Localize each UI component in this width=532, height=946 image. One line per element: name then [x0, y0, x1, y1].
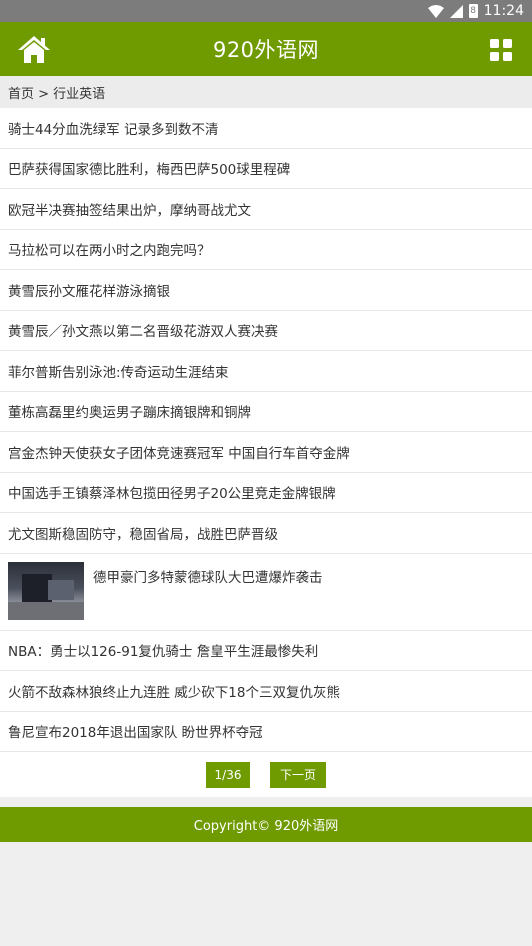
- grid-menu-icon[interactable]: [490, 39, 512, 61]
- article-title[interactable]: 董栋高磊里约奥运男子蹦床摘银牌和铜牌: [8, 401, 251, 421]
- article-item[interactable]: 马拉松可以在两小时之内跑完吗？: [0, 230, 532, 270]
- footer: Copyright© 920外语网: [0, 807, 532, 842]
- article-title[interactable]: 黄雪辰孙文雁花样游泳摘银: [8, 280, 170, 300]
- article-title[interactable]: 鲁尼宣布2018年退出国家队 盼世界杯夺冠: [8, 721, 263, 741]
- article-item[interactable]: 黄雪辰／孙文燕以第二名晋级花游双人赛决赛: [0, 311, 532, 351]
- pagination: 1/36 下一页: [0, 752, 532, 797]
- article-title[interactable]: 巴萨获得国家德比胜利，梅西巴萨500球里程碑: [8, 158, 290, 178]
- article-thumbnail[interactable]: [8, 561, 84, 620]
- battery-level: 8: [470, 6, 476, 16]
- article-title[interactable]: 菲尔普斯告别泳池:传奇运动生涯结束: [8, 361, 229, 381]
- article-title[interactable]: 黄雪辰／孙文燕以第二名晋级花游双人赛决赛: [8, 320, 278, 340]
- article-title[interactable]: 德甲豪门多特蒙德球队大巴遭爆炸袭击: [93, 562, 323, 586]
- article-title[interactable]: 火箭不敌森林狼终止九连胜 威少砍下18个三双复仇灰熊: [8, 681, 340, 701]
- article-title[interactable]: 马拉松可以在两小时之内跑完吗？: [8, 239, 211, 259]
- article-item[interactable]: 巴萨获得国家德比胜利，梅西巴萨500球里程碑: [0, 149, 532, 189]
- article-item[interactable]: 鲁尼宣布2018年退出国家队 盼世界杯夺冠: [0, 712, 532, 752]
- wifi-icon: [427, 4, 444, 18]
- article-title[interactable]: NBA：勇士以126-91复仇骑士 詹皇平生涯最惨失利: [8, 640, 318, 660]
- article-title[interactable]: 宫金杰钟天使获女子团体竞速赛冠军 中国自行车首夺金牌: [8, 442, 350, 462]
- article-item-with-image[interactable]: 德甲豪门多特蒙德球队大巴遭爆炸袭击: [0, 554, 532, 631]
- home-icon[interactable]: [16, 34, 52, 64]
- article-item[interactable]: NBA：勇士以126-91复仇骑士 詹皇平生涯最惨失利: [0, 631, 532, 671]
- article-item[interactable]: 中国选手王镇蔡泽林包揽田径男子20公里竞走金牌银牌: [0, 473, 532, 513]
- article-title[interactable]: 尤文图斯稳固防守，稳固省局，战胜巴萨晋级: [8, 523, 278, 543]
- article-list: 骑士44分血洗绿军 记录多到数不清 巴萨获得国家德比胜利，梅西巴萨500球里程碑…: [0, 108, 532, 752]
- article-item[interactable]: 宫金杰钟天使获女子团体竞速赛冠军 中国自行车首夺金牌: [0, 432, 532, 473]
- article-title[interactable]: 欧冠半决赛抽签结果出炉，摩纳哥战尤文: [8, 199, 251, 219]
- signal-icon: [449, 4, 463, 18]
- article-title[interactable]: 中国选手王镇蔡泽林包揽田径男子20公里竞走金牌银牌: [8, 482, 336, 502]
- article-item[interactable]: 董栋高磊里约奥运男子蹦床摘银牌和铜牌: [0, 392, 532, 432]
- status-bar: 8 11:24: [0, 0, 532, 22]
- article-item[interactable]: 骑士44分血洗绿军 记录多到数不清: [0, 108, 532, 149]
- battery-icon: 8: [468, 4, 478, 18]
- article-item[interactable]: 火箭不敌森林狼终止九连胜 威少砍下18个三双复仇灰熊: [0, 671, 532, 712]
- app-title: 920外语网: [212, 38, 320, 62]
- clock: 11:24: [483, 3, 524, 19]
- article-item[interactable]: 菲尔普斯告别泳池:传奇运动生涯结束: [0, 351, 532, 392]
- article-title[interactable]: 骑士44分血洗绿军 记录多到数不清: [8, 118, 218, 138]
- app-bar: 920外语网: [0, 22, 532, 76]
- breadcrumb[interactable]: 首页 > 行业英语: [0, 76, 532, 108]
- next-page-button[interactable]: 下一页: [270, 761, 326, 788]
- article-item[interactable]: 尤文图斯稳固防守，稳固省局，战胜巴萨晋级: [0, 513, 532, 554]
- breadcrumb-text[interactable]: 首页 > 行业英语: [8, 83, 105, 102]
- page-indicator[interactable]: 1/36: [206, 761, 250, 788]
- copyright-text: Copyright© 920外语网: [193, 819, 339, 834]
- article-item[interactable]: 欧冠半决赛抽签结果出炉，摩纳哥战尤文: [0, 189, 532, 230]
- article-item[interactable]: 黄雪辰孙文雁花样游泳摘银: [0, 270, 532, 311]
